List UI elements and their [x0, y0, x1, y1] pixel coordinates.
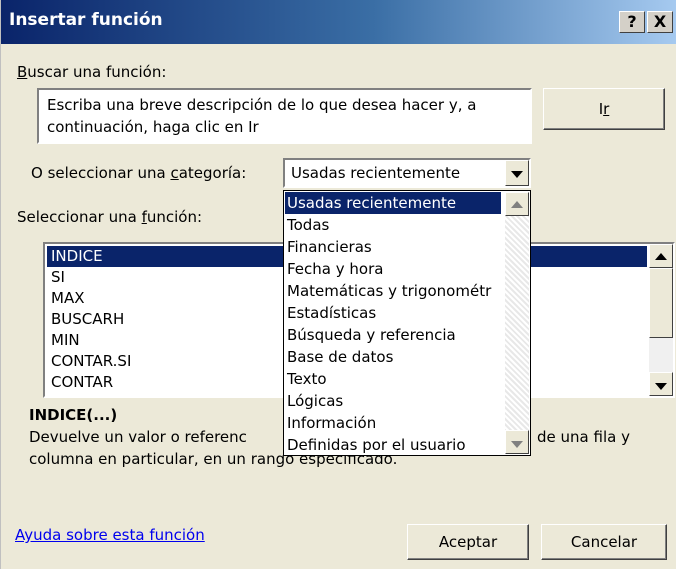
chevron-up-icon — [655, 253, 667, 260]
chevron-down-icon — [511, 171, 523, 178]
search-label-accesskey: B — [17, 63, 28, 81]
title-bar[interactable]: Insertar función ? X — [1, 0, 676, 44]
category-selected-value: Usadas recientemente — [291, 164, 461, 182]
scroll-up-button[interactable] — [649, 244, 673, 268]
description-line1-end: de una fila y — [537, 428, 630, 446]
chevron-up-icon — [511, 201, 523, 208]
search-placeholder-line1: Escriba una breve descripción de lo que … — [47, 96, 477, 114]
category-label-start: O seleccionar una — [31, 164, 171, 182]
category-option-informacion[interactable]: Información — [285, 412, 501, 434]
search-label: Buscar una función: — [17, 63, 166, 81]
dropdown-scroll-up-button[interactable] — [505, 192, 529, 216]
function-list-label: Seleccionar una función: — [17, 208, 202, 226]
function-list-label-start: Seleccionar una — [17, 208, 142, 226]
help-button[interactable]: ? — [619, 11, 645, 33]
search-placeholder-line2: continuación, haga clic en Ir — [47, 118, 259, 136]
cancel-button[interactable]: Cancelar — [541, 524, 667, 560]
category-option-matematicas[interactable]: Matemáticas y trigonométr — [285, 280, 501, 302]
help-link[interactable]: Ayuda sobre esta función — [15, 526, 205, 544]
scroll-thumb[interactable] — [649, 268, 673, 338]
category-dropdown-list[interactable]: Usadas recientemente Todas Financieras F… — [283, 190, 531, 456]
category-label-rest: ategoría: — [178, 164, 247, 182]
go-button-label: Ir — [598, 100, 610, 118]
chevron-down-icon — [655, 383, 667, 390]
ok-button[interactable]: Aceptar — [407, 524, 529, 560]
category-option-usadas-recientemente[interactable]: Usadas recientemente — [285, 192, 501, 214]
close-button[interactable]: X — [647, 11, 673, 33]
chevron-down-icon — [511, 441, 523, 448]
category-option-logicas[interactable]: Lógicas — [285, 390, 501, 412]
category-option-fecha-y-hora[interactable]: Fecha y hora — [285, 258, 501, 280]
search-label-rest: uscar una función: — [27, 63, 167, 81]
category-select[interactable]: Usadas recientemente — [283, 158, 531, 188]
category-option-estadisticas[interactable]: Estadísticas — [285, 302, 501, 324]
category-option-financieras[interactable]: Financieras — [285, 236, 501, 258]
go-button[interactable]: Ir — [543, 88, 665, 130]
category-label-accesskey: c — [170, 164, 179, 182]
function-list-label-rest: unción: — [146, 208, 203, 226]
dialog-title: Insertar función — [9, 10, 163, 30]
insert-function-dialog: Insertar función ? X Buscar una función:… — [0, 0, 676, 569]
category-label: O seleccionar una categoría: — [31, 164, 246, 182]
category-option-busqueda[interactable]: Búsqueda y referencia — [285, 324, 501, 346]
dropdown-scroll-down-button[interactable] — [505, 430, 529, 454]
scroll-down-button[interactable] — [649, 372, 673, 396]
function-signature: INDICE(...) — [29, 406, 118, 424]
category-option-todas[interactable]: Todas — [285, 214, 501, 236]
search-input[interactable]: Escriba una breve descripción de lo que … — [37, 88, 532, 144]
dropdown-scrollbar[interactable] — [505, 192, 529, 454]
category-option-base-de-datos[interactable]: Base de datos — [285, 346, 501, 368]
description-line1-start: Devuelve un valor o referenc — [29, 428, 247, 446]
function-list-scrollbar[interactable] — [649, 244, 673, 396]
category-dropdown-button[interactable] — [505, 160, 529, 186]
category-option-definidas[interactable]: Definidas por el usuario — [285, 434, 501, 455]
category-option-texto[interactable]: Texto — [285, 368, 501, 390]
